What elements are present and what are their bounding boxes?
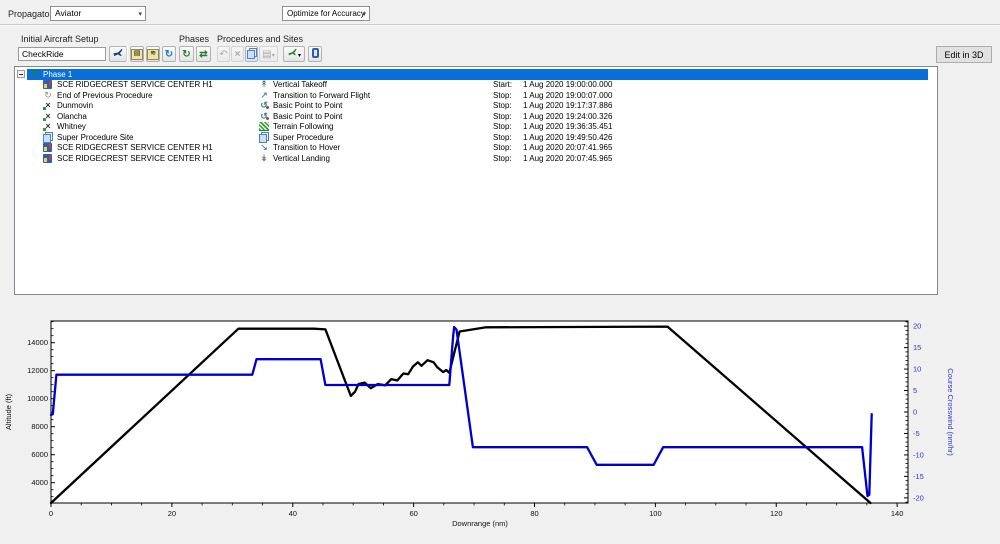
y-left-axis-title: Altitude (ft) (4, 393, 13, 430)
x-tick-label: 60 (409, 509, 417, 518)
altitude-crosswind-chart: 0204060801001201404000600080001000012000… (0, 0, 1000, 544)
y-left-tick-label: 8000 (31, 422, 48, 431)
x-tick-label: 100 (649, 509, 662, 518)
x-tick-label: 20 (168, 509, 176, 518)
y-right-tick-label: -20 (913, 493, 924, 502)
y-right-tick-label: 10 (913, 365, 921, 374)
x-tick-label: 40 (289, 509, 297, 518)
y-right-tick-label: 5 (913, 386, 917, 395)
y-right-tick-label: -5 (913, 429, 920, 438)
y-left-tick-label: 6000 (31, 450, 48, 459)
y-right-axis-title: Course Crosswind (nm/hr) (946, 368, 955, 456)
x-tick-label: 80 (530, 509, 538, 518)
x-tick-label: 120 (770, 509, 783, 518)
y-left-tick-label: 12000 (27, 366, 48, 375)
y-right-tick-label: 20 (913, 322, 921, 331)
y-left-tick-label: 14000 (27, 338, 48, 347)
y-right-tick-label: -10 (913, 450, 924, 459)
x-tick-label: 0 (49, 509, 53, 518)
x-tick-label: 140 (891, 509, 904, 518)
y-right-tick-label: 0 (913, 408, 917, 417)
plot-area (51, 321, 908, 503)
y-right-tick-label: -15 (913, 472, 924, 481)
y-right-tick-label: 15 (913, 343, 921, 352)
x-axis-title: Downrange (nm) (452, 519, 508, 528)
y-left-tick-label: 10000 (27, 394, 48, 403)
y-left-tick-label: 4000 (31, 478, 48, 487)
